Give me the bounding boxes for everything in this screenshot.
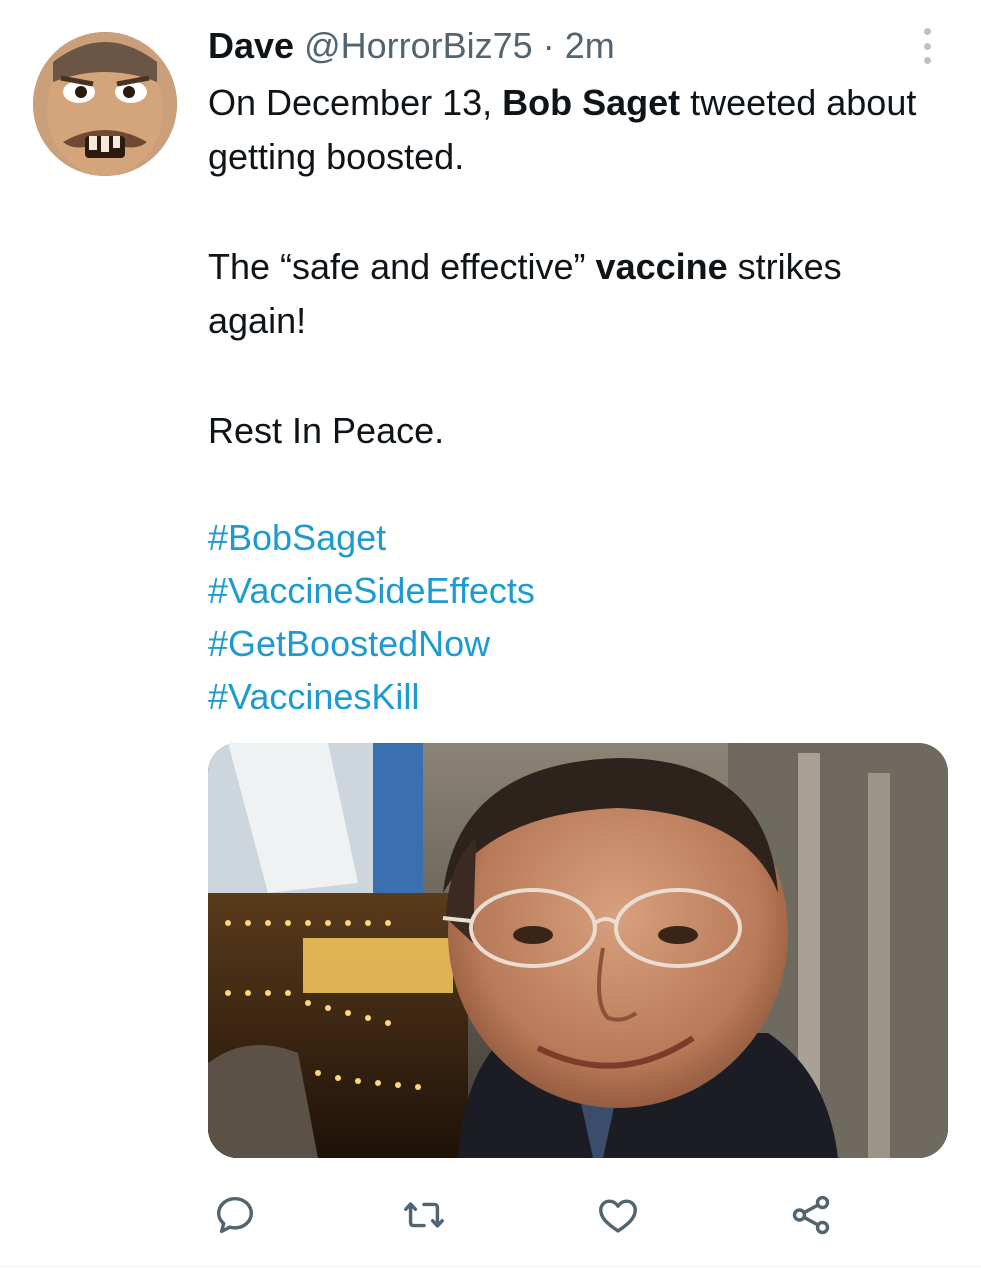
retweet-button[interactable] [394, 1185, 454, 1245]
tweet-paragraph-3: Rest In Peace. [208, 410, 445, 451]
tweet-paragraph-1: On December 13, Bob Saget tweeted about … [208, 76, 948, 184]
text-segment: The “safe and effective” [208, 246, 596, 287]
photo-image [208, 743, 948, 1158]
heart-icon [599, 1199, 637, 1233]
more-dot [923, 42, 931, 50]
tweet-actions [0, 1185, 981, 1245]
hashtag-list: #BobSaget #VaccineSideEffects #GetBooste… [208, 511, 535, 723]
hashtag-link[interactable]: #BobSaget [208, 511, 386, 564]
share-button[interactable] [781, 1185, 841, 1245]
tweet-timestamp[interactable]: 2m [565, 25, 615, 66]
tweet-photo[interactable] [208, 743, 948, 1158]
more-dot [923, 57, 931, 64]
header-separator: · [542, 25, 555, 66]
tweet-text: On December 13, Bob Saget tweeted about … [208, 76, 948, 458]
more-vertical-icon[interactable] [915, 26, 939, 66]
more-dot [923, 28, 931, 35]
hashtag-link[interactable]: #VaccinesKill [208, 670, 419, 723]
bold-segment: vaccine [595, 246, 728, 287]
bold-segment: Bob Saget [502, 82, 681, 123]
hashtag-link[interactable]: #GetBoostedNow [208, 617, 490, 670]
author-name[interactable]: Dave [208, 25, 294, 66]
hashtag-link[interactable]: #VaccineSideEffects [208, 564, 535, 617]
like-button[interactable] [588, 1185, 648, 1245]
tweet-paragraph-2: The “safe and effective” vaccine strikes… [208, 240, 948, 348]
reply-button[interactable] [205, 1185, 265, 1245]
avatar-image [33, 32, 177, 176]
tweet-header: Dave @HorrorBiz75 · 2m [208, 24, 615, 68]
share-icon [792, 1195, 830, 1235]
bottom-divider [0, 1266, 981, 1267]
reply-icon [216, 1196, 254, 1234]
text-segment: On December 13, [208, 82, 503, 123]
retweet-icon [404, 1202, 444, 1228]
author-avatar[interactable] [33, 32, 177, 176]
author-handle[interactable]: @HorrorBiz75 [304, 25, 533, 66]
